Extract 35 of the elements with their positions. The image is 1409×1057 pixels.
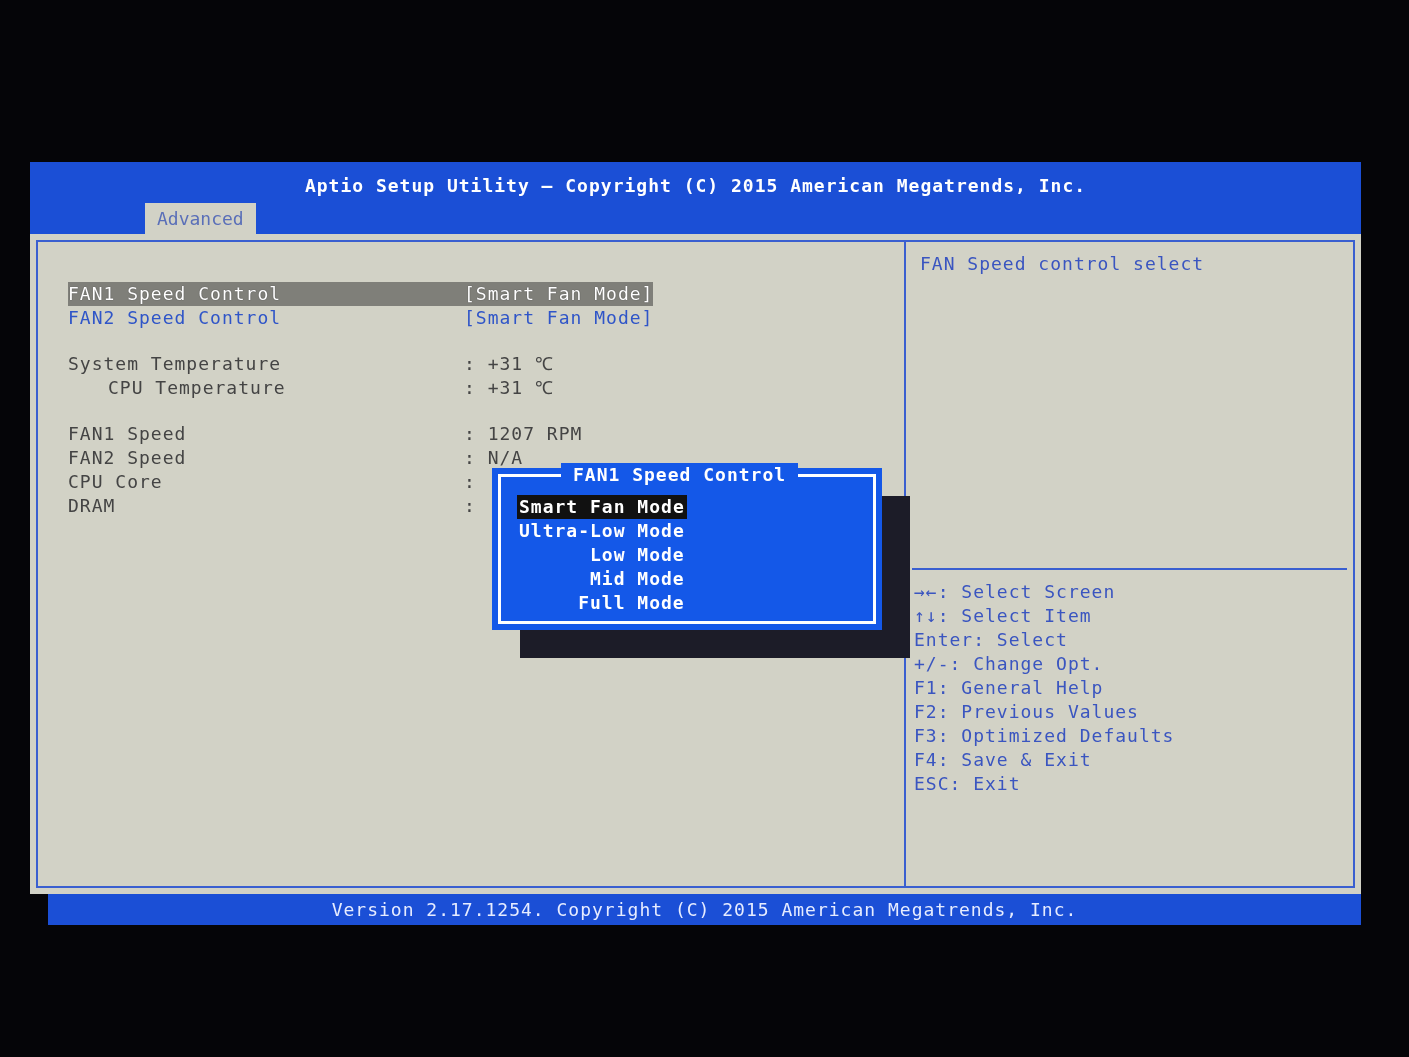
popup-option[interactable]: Full Mode (576, 591, 687, 615)
setting-label[interactable]: FAN2 Speed Control (68, 306, 464, 330)
reading-value: : (464, 494, 476, 518)
key-hint: ESC: Exit (914, 772, 1022, 796)
reading-label: DRAM (68, 494, 117, 518)
popup-title: FAN1 Speed Control (561, 463, 799, 487)
help-text: FAN Speed control select (920, 252, 1206, 276)
key-hint: +/-: Change Opt. (914, 652, 1105, 676)
reading-label: FAN2 Speed (68, 446, 188, 470)
setting-value[interactable]: [Smart Fan Mode] (464, 306, 654, 330)
key-hint: Enter: Select (914, 628, 1069, 652)
popup-option[interactable]: Ultra-Low Mode (517, 519, 687, 543)
reading-value: : (464, 470, 476, 494)
reading-value: : +31 ℃ (464, 376, 555, 400)
key-hint: ↑↓: Select Item (914, 604, 1093, 628)
key-hint: F4: Save & Exit (914, 748, 1093, 772)
popup-option[interactable]: Mid Mode (588, 567, 687, 591)
reading-label: CPU Core (68, 470, 164, 494)
reading-label: FAN1 Speed (68, 422, 188, 446)
window-title: Aptio Setup Utility – Copyright (C) 2015 American Megatrends, Inc. (303, 174, 1088, 198)
status-bar: Version 2.17.1254. Copyright (C) 2015 American Megatrends, Inc. (48, 894, 1361, 925)
setting-label[interactable]: FAN1 Speed Control (68, 282, 464, 306)
tab[interactable]: Advanced (145, 203, 256, 234)
popup-option[interactable]: Low Mode (588, 543, 687, 567)
reading-value: : N/A (464, 446, 524, 470)
popup-option[interactable]: Smart Fan Mode (517, 495, 687, 519)
key-hint: F1: General Help (914, 676, 1105, 700)
reading-label: CPU Temperature (107, 376, 287, 400)
setting-value[interactable]: [Smart Fan Mode] (464, 282, 654, 306)
reading-label: System Temperature (68, 352, 283, 376)
key-hint: →←: Select Screen (914, 580, 1117, 604)
key-hint: F2: Previous Values (914, 700, 1140, 724)
reading-value: : +31 ℃ (464, 352, 555, 376)
key-hint: F3: Optimized Defaults (914, 724, 1176, 748)
reading-value: : 1207 RPM (464, 422, 583, 446)
